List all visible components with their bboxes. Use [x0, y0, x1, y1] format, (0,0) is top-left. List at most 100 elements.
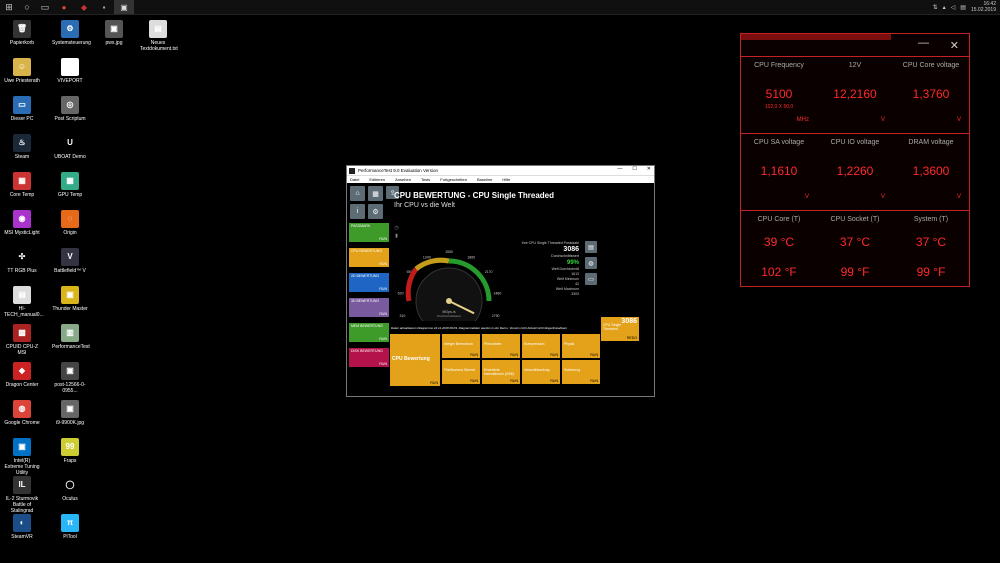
- desktop-icon[interactable]: ◯ Oculus: [52, 476, 88, 502]
- desktop-icon[interactable]: ♨ Steam: [4, 134, 40, 160]
- desktop-icon[interactable]: ▥ PerformanceTest: [52, 324, 90, 350]
- page-subtitle: Ihr CPU vs die Welt: [394, 202, 455, 209]
- desktop-icon[interactable]: ▦ GPU Temp: [52, 172, 88, 198]
- system-tray: ⇅ ▴ ◁ ▤ 16:42 15.02.2019: [933, 0, 996, 14]
- desktop-icon[interactable]: ◭ VIVEPORT: [52, 58, 88, 84]
- monitor-row-2: CPU SA voltage 1,1610 V CPU IO voltage 1…: [741, 134, 969, 211]
- subtest-tile[interactable]: Sortierung RUN: [562, 360, 600, 384]
- cpu-socket-temp-cell: CPU Socket (T) 37 °C 99 °F: [817, 211, 893, 287]
- task-view-icon[interactable]: ▭: [36, 0, 54, 14]
- desktop-icon-label: Oculus: [62, 496, 78, 502]
- desktop-icon[interactable]: IL IL-2 Sturmovik Battle of Stalingrad: [4, 476, 40, 514]
- close-icon[interactable]: ✕: [950, 39, 959, 52]
- desktop-icon-glyph: ◎: [61, 96, 79, 114]
- desktop-icon[interactable]: ▣ pwx.jpg: [96, 20, 132, 46]
- desktop-icon[interactable]: ◌ Origin: [52, 210, 88, 236]
- cell-label: CPU Socket (T): [830, 216, 880, 223]
- menu-item[interactable]: Ansehen: [395, 177, 411, 182]
- category-tile[interactable]: CPU BEWERTUNG RUN: [349, 248, 389, 267]
- desktop-icon[interactable]: ▣ Intel(R) Extreme Tuning Utility: [4, 438, 40, 476]
- chart-icon[interactable]: ▦: [368, 186, 383, 201]
- subtest-tile[interactable]: Integer Berechnun RUN: [442, 334, 480, 358]
- menu-item[interactable]: Fortgeschritten: [440, 177, 467, 182]
- settings-icon[interactable]: ⚙: [368, 204, 383, 219]
- notification-icon[interactable]: ▴: [943, 4, 946, 11]
- desktop-icon[interactable]: ◐ SteamVR: [4, 514, 40, 540]
- subtest-tile[interactable]: Kompression RUN: [522, 334, 560, 358]
- windows-start-icon[interactable]: ⊞: [0, 0, 18, 14]
- search-icon[interactable]: ○: [18, 0, 36, 14]
- subtest-tile[interactable]: Primzahlen RUN: [482, 334, 520, 358]
- volume-icon[interactable]: ◁: [951, 4, 956, 11]
- subtest-tile[interactable]: Fließkomma Berech RUN: [442, 360, 480, 384]
- subtest-tile[interactable]: Verschlüsselung RUN: [522, 360, 560, 384]
- desktop-icon[interactable]: 99 Fraps: [52, 438, 88, 464]
- close-icon[interactable]: ✕: [647, 166, 651, 172]
- desktop-icon[interactable]: ☺ Uwe Priesterath: [4, 58, 40, 84]
- menu-item[interactable]: Baseline: [477, 177, 492, 182]
- desktop-icon[interactable]: ▣ Thunder Master: [52, 286, 88, 312]
- language-icon[interactable]: ▤: [960, 4, 966, 11]
- message-icon[interactable]: ▭: [585, 273, 597, 285]
- category-tile[interactable]: DISK BEWERTUNG RUN: [349, 348, 389, 367]
- desktop-icon[interactable]: 🗑 Papierkorb: [4, 20, 40, 46]
- cell-value: 12,2160: [833, 87, 877, 101]
- desktop-icon[interactable]: ✣ TT RGB Plus: [4, 248, 40, 274]
- desktop-icon[interactable]: ◉ MSI MysticLight: [4, 210, 40, 236]
- subtest-tile[interactable]: Erweiterte Instruktionen (SSE) RUN: [482, 360, 520, 384]
- menu-item[interactable]: Tests: [421, 177, 430, 182]
- cell-value-celsius: 37 °C: [839, 235, 871, 249]
- taskbar-app-chrome[interactable]: ●: [54, 0, 74, 14]
- maximize-icon[interactable]: ☐: [632, 166, 636, 172]
- taskbar: ⊞ ○ ▭ ● ◆ ▪ ▣ ⇅ ▴ ◁ ▤ 16:42 15.02.2019: [0, 0, 1000, 15]
- network-icon[interactable]: ⇅: [933, 4, 938, 11]
- desktop-icon-label: Origin: [63, 230, 77, 236]
- category-tile[interactable]: MEM BEWERTUNG RUN: [349, 323, 389, 342]
- minimize-icon[interactable]: —: [617, 166, 622, 172]
- taskbar-app-folder[interactable]: ▪: [94, 0, 114, 14]
- cpu-core-voltage-cell: CPU Core voltage 1,3760 V: [893, 57, 969, 133]
- monitor-header[interactable]: — ✕: [741, 34, 969, 57]
- stats-score: 3086: [563, 246, 579, 253]
- menu-item[interactable]: Hilfe: [502, 177, 510, 182]
- tile-run: RUN: [550, 379, 558, 383]
- desktop-icon[interactable]: ▩ CPUID CPU-Z MSI: [4, 324, 40, 356]
- category-tile[interactable]: 2D BEWERTUNG RUN: [349, 273, 389, 292]
- desktop-icon[interactable]: ▣ post-12566-0-0955...: [52, 362, 88, 394]
- desktop-icon[interactable]: ▤ HI-TECH_manual0...: [4, 286, 44, 318]
- desktop-icon-glyph: ◯: [61, 476, 79, 494]
- desktop-icon[interactable]: ◍ Google Chrome: [4, 400, 40, 426]
- globe-icon[interactable]: ◍: [585, 257, 597, 269]
- desktop-icon[interactable]: ▦ Core Temp: [4, 172, 40, 198]
- document-icon[interactable]: ▤: [585, 241, 597, 253]
- subtest-tile[interactable]: Physik RUN: [562, 334, 600, 358]
- cell-label: CPU Core (T): [757, 216, 801, 223]
- desktop-icon[interactable]: π PiTool: [52, 514, 88, 540]
- desktop-icon[interactable]: V Battlefield™ V: [52, 248, 88, 274]
- clock[interactable]: 16:42 15.02.2019: [971, 1, 996, 13]
- window-titlebar[interactable]: PerformanceTest 9.0 Evaluation Version —…: [347, 166, 654, 175]
- desktop-icon-glyph: ▭: [13, 96, 31, 114]
- info-icon[interactable]: i: [350, 204, 365, 219]
- gauge-tick-label: 620: [398, 291, 404, 295]
- cpu-bewertung-tile[interactable]: CPU Bewertung RUN: [390, 334, 440, 386]
- desktop-icon[interactable]: U UBOAT Demo: [52, 134, 88, 160]
- menu-item[interactable]: Editieren: [369, 177, 385, 182]
- home-icon[interactable]: ⌂: [350, 186, 365, 201]
- cell-label: CPU Core voltage: [902, 62, 960, 69]
- desktop-icon[interactable]: ⚙ Systemsteuerung: [52, 20, 91, 46]
- desktop-icon[interactable]: ▭ Dieser PC: [4, 96, 40, 122]
- minimize-icon[interactable]: —: [918, 37, 929, 49]
- desktop-icon[interactable]: ◎ Post Scriptum: [52, 96, 88, 122]
- desktop-icon[interactable]: ▣ i9-9900K.jpg: [52, 400, 88, 426]
- gauge-tick-label: 2790: [492, 314, 500, 318]
- taskbar-app-mystic[interactable]: ◆: [74, 0, 94, 14]
- menu-item[interactable]: Datei: [350, 177, 359, 182]
- cpu-single-threaded-tile[interactable]: CPU Single Threaded 3086 REDO: [601, 317, 639, 341]
- desktop-icon-label: Dragon Center: [5, 382, 39, 388]
- taskbar-app-performancetest[interactable]: ▣: [114, 0, 134, 14]
- desktop-icon[interactable]: ◆ Dragon Center: [4, 362, 40, 388]
- category-tile[interactable]: 3D BEWERTUNG RUN: [349, 298, 389, 317]
- desktop-icon[interactable]: ▤ Neues Textdokument.txt: [140, 20, 178, 52]
- category-tile[interactable]: PASSMARK RUN: [349, 223, 389, 242]
